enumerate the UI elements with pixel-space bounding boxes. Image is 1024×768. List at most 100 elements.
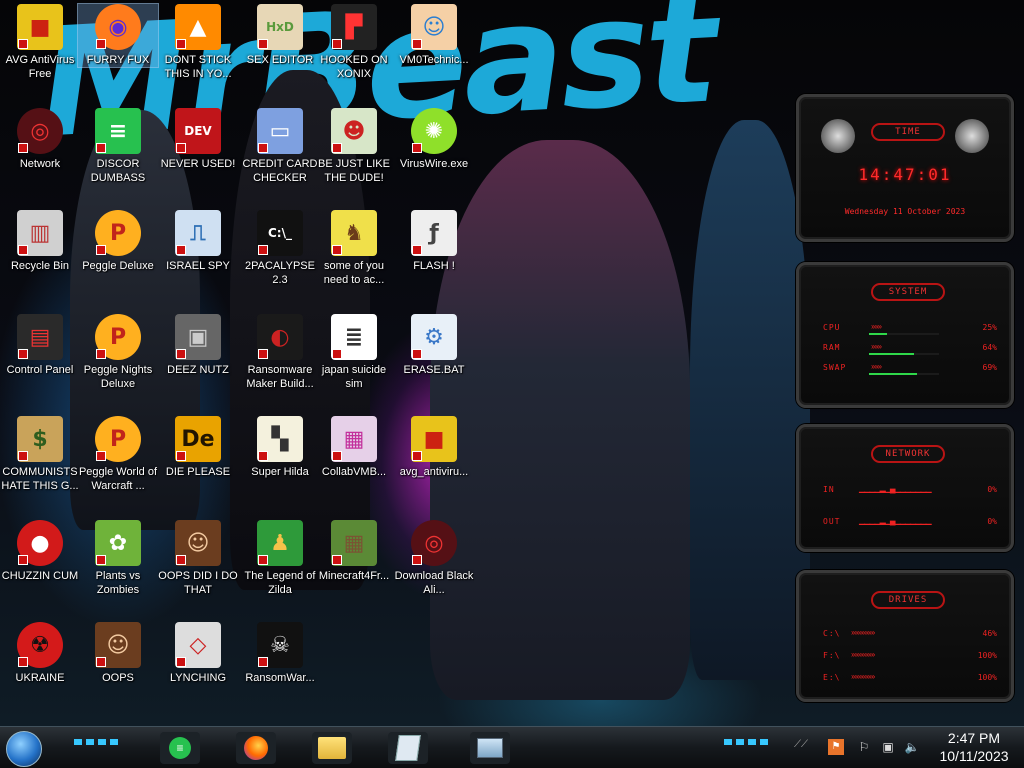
document-icon: ≣ xyxy=(331,314,377,360)
volume-icon[interactable]: 🔈 xyxy=(904,739,920,755)
desktop-icon[interactable]: HxD SEX EDITOR xyxy=(240,4,320,67)
desktop-icon[interactable]: DEV NEVER USED! xyxy=(158,108,238,171)
desktop-icon-label: LYNCHING xyxy=(169,672,227,684)
desktop-icon[interactable]: ◇ LYNCHING xyxy=(158,622,238,685)
desktop-icon-label: Peggle Nights Deluxe xyxy=(83,364,153,390)
desktop-icon[interactable]: ▦ CollabVMB... xyxy=(314,416,394,479)
desktop-icon[interactable]: ☻ BE JUST LIKE THE DUDE! xyxy=(314,108,394,185)
desktop-icon[interactable]: ● CHUZZIN CUM xyxy=(0,520,80,583)
desktop-icon[interactable]: De DIE PLEASE xyxy=(158,416,238,479)
desktop-icon[interactable]: ☠ RansomWar... xyxy=(240,622,320,685)
desktop-icon[interactable]: P Peggle Deluxe xyxy=(78,210,158,273)
desktop-icon[interactable]: ◎ Download Black Ali... xyxy=(394,520,474,597)
shortcut-badge-icon xyxy=(18,451,28,461)
taskbar-clock[interactable]: 2:47 PM 10/11/2023 xyxy=(928,729,1020,765)
taskbar-firefox-button[interactable] xyxy=(236,732,276,764)
shortcut-badge-icon xyxy=(96,451,106,461)
taskbar-discord-button[interactable]: ≡ xyxy=(160,732,200,764)
desktop-icon[interactable]: ☺ OOPS xyxy=(78,622,158,685)
network-icon[interactable]: ▣ xyxy=(880,739,896,755)
de-icon: De xyxy=(175,416,221,462)
desktop-icon-label: AVG AntiVirus Free xyxy=(5,54,75,80)
lynching-icon: ◇ xyxy=(175,622,221,668)
taskbar-decor xyxy=(74,739,118,745)
taskbar-decor xyxy=(724,739,768,745)
desktop-icon[interactable]: $ COMMUNISTS HATE THIS G... xyxy=(0,416,80,493)
taskbar-notepad-button[interactable] xyxy=(388,732,428,764)
shortcut-badge-icon xyxy=(18,245,28,255)
desktop-icon[interactable]: ▲ DONT STICK THIS IN YO... xyxy=(158,4,238,81)
flag-icon[interactable]: ⚑ xyxy=(828,739,844,755)
widget-row-label: SWAP xyxy=(823,363,847,372)
devcpp-icon: DEV xyxy=(175,108,221,154)
desktop-icon[interactable]: ▦ Minecraft4Fr... xyxy=(314,520,394,583)
show-hidden-icons-button[interactable]: ⟋⟋ xyxy=(794,739,814,755)
desktop-icon[interactable]: ⎍ ISRAEL SPY xyxy=(158,210,238,273)
desktop-icon[interactable]: ▚ Super Hilda xyxy=(240,416,320,479)
desktop-icon[interactable]: ☺ VM0Technic... xyxy=(394,4,474,67)
taskbar-file-explorer-button[interactable] xyxy=(312,732,352,764)
desktop-icon[interactable]: ▤ Control Panel xyxy=(0,314,80,377)
ransomware-icon: ◐ xyxy=(257,314,303,360)
desktop-icon[interactable]: P Peggle Nights Deluxe xyxy=(78,314,158,391)
shortcut-badge-icon xyxy=(412,245,422,255)
desktop-icon[interactable]: ◉ FURRY FUX xyxy=(77,3,159,68)
taskbar-monitor-button[interactable] xyxy=(470,732,510,764)
desktop-icon-label: avg_antiviru... xyxy=(399,466,469,478)
widget-row-value: 46% xyxy=(982,629,997,638)
shortcut-badge-icon xyxy=(96,39,106,49)
portrait-icon: ☺ xyxy=(175,520,221,566)
desktop-icon-label: OOPS DID I DO THAT xyxy=(158,570,238,596)
desktop-icon[interactable]: ≣ japan suicide sim xyxy=(314,314,394,391)
system-widget-title: SYSTEM xyxy=(871,283,945,301)
taskbar-clock-time: 2:47 PM xyxy=(947,730,1001,746)
widget-row-meter: ›››››››››››››› xyxy=(851,672,875,681)
widget-usage-bar xyxy=(869,353,939,355)
desktop-icon[interactable]: ✺ VirusWire.exe xyxy=(394,108,474,171)
desktop-icon-label: CHUZZIN CUM xyxy=(1,570,79,582)
desktop-icon[interactable]: ☺ OOPS DID I DO THAT xyxy=(158,520,238,597)
shortcut-badge-icon xyxy=(258,143,268,153)
desktop-icon[interactable]: ▣ DEEZ NUTZ xyxy=(158,314,238,377)
discord-icon: ≡ xyxy=(95,108,141,154)
desktop-icon-label: BE JUST LIKE THE DUDE! xyxy=(318,158,390,184)
widget-row-label: E:\ xyxy=(823,673,841,682)
radiation-icon: ☢ xyxy=(17,622,63,668)
desktop-icon[interactable]: ■ avg_antiviru... xyxy=(394,416,474,479)
widget-usage-bar xyxy=(869,373,939,375)
shortcut-badge-icon xyxy=(332,245,342,255)
desktop-icon[interactable]: ƒ FLASH ! xyxy=(394,210,474,273)
technician-icon: ☺ xyxy=(411,4,457,50)
desktop-icon[interactable]: ⚙ ERASE.BAT xyxy=(394,314,474,377)
shortcut-badge-icon xyxy=(258,349,268,359)
desktop-icon[interactable]: ≡ DISCOR DUMBASS xyxy=(78,108,158,185)
shortcut-badge-icon xyxy=(258,451,268,461)
network-card-icon: ⎍ xyxy=(175,210,221,256)
desktop-icon[interactable]: ▭ CREDIT CARD CHECKER xyxy=(240,108,320,185)
desktop-icon-label: ERASE.BAT xyxy=(403,364,465,376)
desktop-icon[interactable]: ■ AVG AntiVirus Free xyxy=(0,4,80,81)
start-orb-icon[interactable] xyxy=(6,731,42,767)
shortcut-badge-icon xyxy=(176,245,186,255)
action-center-icon[interactable]: ⚐ xyxy=(856,739,872,755)
desktop-icon[interactable]: ✿ Plants vs Zombies xyxy=(78,520,158,597)
widget-row-label: RAM xyxy=(823,343,841,352)
desktop-icon[interactable]: ☢ UKRAINE xyxy=(0,622,80,685)
lime-icon: ✺ xyxy=(411,108,457,154)
widget-row-value: 0% xyxy=(987,485,997,494)
widget-row-label: OUT xyxy=(823,517,841,526)
widget-usage-bar xyxy=(869,333,939,335)
desktop-icon[interactable]: ♟ The Legend of Zilda xyxy=(240,520,320,597)
desktop-icon[interactable]: ▥ Recycle Bin xyxy=(0,210,80,273)
desktop-icon-label: some of you need to ac... xyxy=(323,260,385,286)
desktop-icon[interactable]: C:\_ 2PACALYPSE 2.3 xyxy=(240,210,320,287)
desktop-icon[interactable]: ◎ Network xyxy=(0,108,80,171)
shortcut-badge-icon xyxy=(332,451,342,461)
desktop-icon[interactable]: ▛ HOOKED ON XONIX xyxy=(314,4,394,81)
shortcut-badge-icon xyxy=(412,555,422,565)
desktop-icon-label: Control Panel xyxy=(6,364,74,376)
desktop-icon[interactable]: P Peggle World of Warcraft ... xyxy=(78,416,158,493)
desktop-icon[interactable]: ◐ Ransomware Maker Build... xyxy=(240,314,320,391)
desktop-icon-label: OOPS xyxy=(102,672,134,684)
desktop-icon[interactable]: ♞ some of you need to ac... xyxy=(314,210,394,287)
